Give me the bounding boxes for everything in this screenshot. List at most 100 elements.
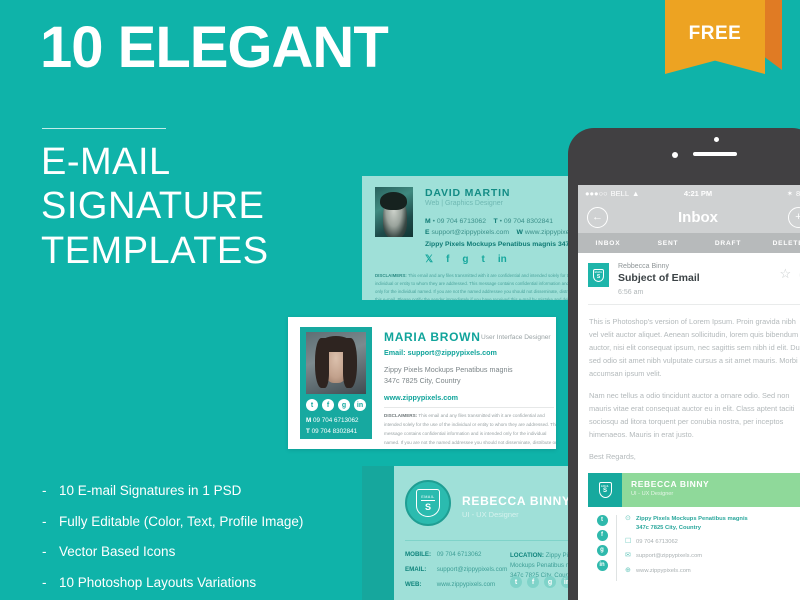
card-divider [384,407,554,408]
social-links: t f g in [588,514,616,581]
ribbon-label: FREE [688,23,742,44]
facebook-icon[interactable]: f [322,399,334,411]
contact-row-mobile: MOBILE: 09 704 6713062 [405,551,507,558]
twitter-icon[interactable]: t [306,399,318,411]
signature-address-line-1: Zippy Pixels Mockups Penatibus magnis [636,515,748,522]
field-value[interactable]: www.zippypixels.com [437,581,495,588]
contact-row-email: EMAIL: support@zippypixels.com [405,566,507,573]
mail-signoff: Best Regards, [589,451,636,461]
sensor-icon [672,152,678,158]
card-name: MARIA BROWN [384,330,481,344]
mail-header: EMAIL S Rebbecca Binny Subject of Email … [578,253,800,304]
googleplus-icon[interactable]: g [338,399,350,411]
hero-panel: 10 ELEGANT E-MAIL SIGNATURE TEMPLATES - … [0,0,389,600]
signature-body: t f g in ⊙ Zippy Pixels Mockups Penatibu… [588,507,800,581]
mobile-value: • 09 704 6713062 [432,218,486,225]
mail-actions: ☆ ➦ [779,266,800,282]
facebook-icon[interactable]: f [527,576,539,588]
card-email-row: E support@zippypixels.com W www.zippypix… [425,229,589,236]
linkedin-icon[interactable]: in [596,559,608,571]
tab-inbox[interactable]: INBOX [578,240,638,247]
location-label: LOCATION: [510,552,544,559]
tab-sent[interactable]: SENT [638,240,698,247]
card-divider [405,540,585,541]
tab-draft[interactable]: DRAFT [698,240,758,247]
web-label: W [516,229,523,236]
tel-label: T [493,218,498,225]
linkedin-icon[interactable]: in [498,254,507,265]
avatar [375,187,413,237]
field-value[interactable]: support@zippypixels.com [437,566,508,573]
twitter-icon[interactable]: 𝕏 [425,254,433,265]
tumblr-icon[interactable]: t [482,254,485,265]
signature-name: REBECCA BINNY [631,478,710,489]
list-item: - Vector Based Icons [42,544,303,559]
signature-address: Zippy Pixels Mockups Penatibus magnis 34… [636,515,748,534]
phone-icon: ☐ [625,538,632,546]
mail-paragraph-2: Nam nec tellus a odio tincidunt auctor a… [589,390,795,439]
disclaimer-label: DISCLAIMERS: [384,413,418,418]
card-left-column: t f g in M 09 704 6713062 T 09 704 83028… [300,327,372,439]
signature-phone: 09 704 6713062 [636,539,678,546]
card-role: Web | Graphics Designer [425,200,503,207]
tab-delete[interactable]: DELETE [758,240,800,247]
tel-value: 09 704 8302841 [311,428,358,435]
clock: 4:21 PM [683,188,713,198]
tel-value: • 09 704 8302841 [499,218,553,225]
contact-fields: MOBILE: 09 704 6713062 EMAIL: support@zi… [405,551,507,596]
avatar-hair [380,192,407,210]
hero-subtitle: E-MAIL SIGNATURE TEMPLATES [41,140,269,273]
facebook-icon[interactable]: f [446,254,449,265]
googleplus-icon[interactable]: g [462,254,468,265]
signature-address-row: ⊙ Zippy Pixels Mockups Penatibus magnis … [625,515,800,534]
bullet-text: Vector Based Icons [59,544,176,559]
bullet-text: 10 E-mail Signatures in 1 PSD [59,483,242,498]
signature-phone-row: ☐ 09 704 6713062 [625,538,800,547]
list-item: - 10 E-mail Signatures in 1 PSD [42,483,303,498]
signature-address-line-2: 347c 7825 City, Country [636,524,701,531]
card-name: DAVID MARTIN [425,187,511,199]
facebook-icon[interactable]: f [596,529,608,541]
compose-button[interactable]: + [788,206,800,228]
social-links: t f g in [510,576,573,588]
nav-title: Inbox [678,208,718,226]
field-label: EMAIL: [405,566,427,573]
signature-contact-info: ⊙ Zippy Pixels Mockups Penatibus magnis … [625,515,800,581]
star-icon[interactable]: ☆ [779,266,791,282]
contact-row-web: WEB: www.zippypixels.com [405,581,507,588]
phone-screen: ●●●○○ BELL ▲ 4:21 PM ✶ 85% ← Inbox + INB… [578,185,800,600]
sender-avatar-shield-icon: EMAIL S [588,263,609,287]
signature-logo-icon: EMAIL S [588,472,622,507]
mobile-value: 09 704 6713062 [313,417,359,424]
card-address-line-1: Zippy Pixels Mockups Penatibus magnis [384,365,513,374]
card-address-line-2: 347c 7825 City, Country [384,376,461,386]
earpiece-speaker [693,152,737,156]
signature-email[interactable]: support@zippypixels.com [636,552,702,561]
disclaimer: DISCLAIMERS: This email and any files tr… [375,272,597,300]
list-item: - 10 Photoshop Layouts Variations [42,575,303,590]
shield-label: EMAIL [421,494,435,499]
signature-web-row: ⊕ www.zippypixels.com [625,567,800,576]
back-button[interactable]: ← [587,206,608,228]
twitter-icon[interactable]: t [596,514,608,526]
twitter-icon[interactable]: t [510,576,522,588]
mail-icon: ✉ [625,552,631,560]
googleplus-icon[interactable]: g [596,544,608,556]
signature-web[interactable]: www.zippypixels.com [636,567,691,576]
disclaimer-text: This email and any files transmitted wit… [384,413,556,449]
card-address: Zippy Pixels Mockups Penatibus magnis 34… [425,241,574,248]
shield-letter: S [596,273,601,280]
ribbon-fold [765,0,782,70]
shield-divider [421,500,435,501]
googleplus-icon[interactable]: g [544,576,556,588]
card-email[interactable]: Email: support@zippypixels.com [384,348,497,357]
card-role: UI - UX Designer [462,510,519,519]
email-value[interactable]: support@zippypixels.com [431,229,509,236]
social-links: 𝕏 f g t in [425,254,507,265]
location-pin-icon: ⊙ [625,514,631,522]
disclaimer-label: DISCLAIMERS: [375,273,407,278]
plus-icon: + [795,210,800,223]
linkedin-icon[interactable]: in [354,399,366,411]
card-website[interactable]: www.zippypixels.com [384,393,458,402]
signature-role: UI - UX Designer [631,490,674,497]
